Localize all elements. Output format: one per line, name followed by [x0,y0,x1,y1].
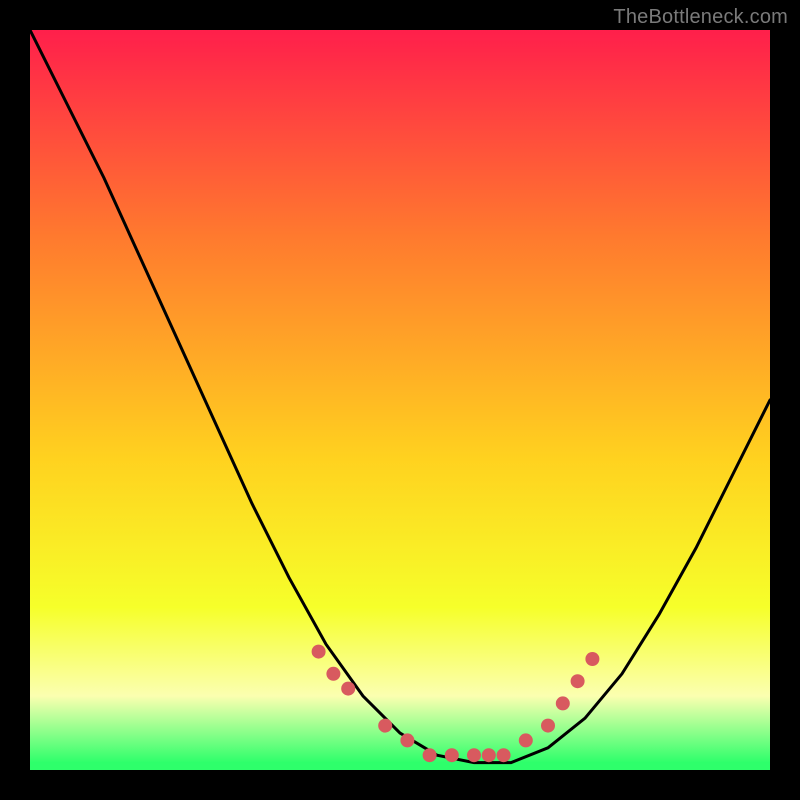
curve-layer [30,30,770,770]
curve-marker [341,682,355,696]
attribution-label: TheBottleneck.com [613,6,788,29]
marker-group [312,645,600,763]
plot-area [30,30,770,770]
curve-marker [585,652,599,666]
curve-marker [467,748,481,762]
curve-marker [378,719,392,733]
curve-marker [326,667,340,681]
curve-marker [423,748,437,762]
curve-marker [497,748,511,762]
curve-marker [445,748,459,762]
curve-marker [312,645,326,659]
curve-marker [541,719,555,733]
curve-marker [400,733,414,747]
chart-stage: TheBottleneck.com [0,0,800,800]
curve-marker [519,733,533,747]
bottleneck-curve [30,30,770,763]
curve-marker [571,674,585,688]
curve-marker [556,696,570,710]
curve-marker [482,748,496,762]
